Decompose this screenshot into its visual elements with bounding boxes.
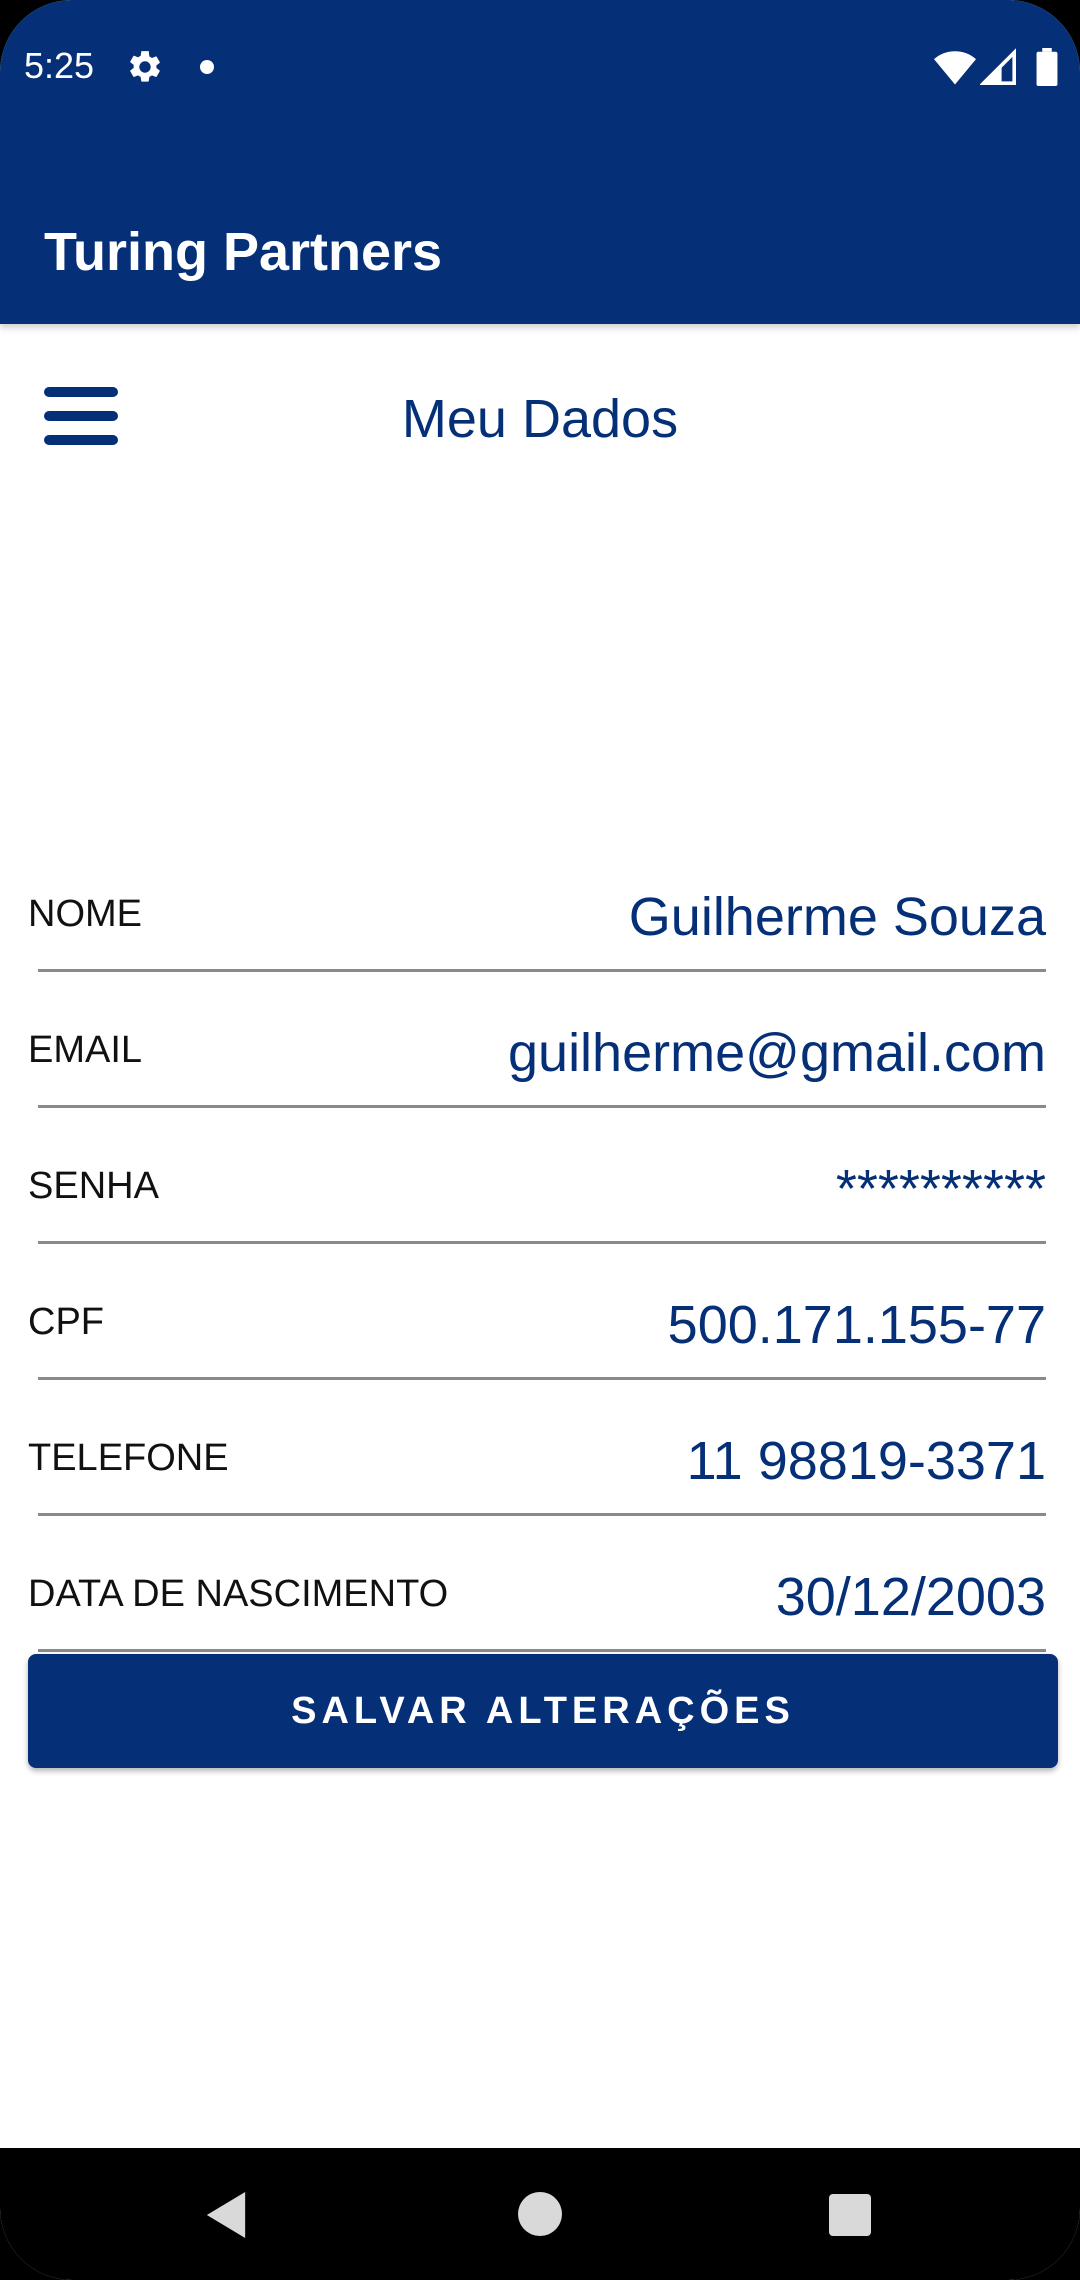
app-header: 5:25 Turing Partners <box>0 0 1080 324</box>
field-label: DATA DE NASCIMENTO <box>28 1573 449 1615</box>
system-nav-bar <box>0 2148 1080 2280</box>
password-field[interactable]: ********** <box>836 1158 1046 1220</box>
status-time: 5:25 <box>24 45 95 86</box>
name-field[interactable]: Guilherme Souza <box>629 886 1046 948</box>
field-cpf[interactable]: CPF 500.171.155-77 <box>0 1244 1080 1380</box>
profile-form: NOME Guilherme Souza EMAIL guilherme@gma… <box>0 836 1080 1652</box>
field-label: NOME <box>28 893 142 935</box>
back-icon[interactable] <box>206 2192 246 2238</box>
page-title: Meu Dados <box>401 389 679 449</box>
field-email[interactable]: EMAIL guilherme@gmail.com <box>0 972 1080 1108</box>
phone-field[interactable]: 11 98819-3371 <box>687 1430 1046 1492</box>
field-label: EMAIL <box>28 1029 143 1071</box>
field-divider <box>38 1649 1046 1652</box>
battery-icon <box>1036 48 1058 86</box>
field-birthdate[interactable]: DATA DE NASCIMENTO 30/12/2003 <box>0 1516 1080 1652</box>
status-bar: 5:25 <box>0 0 1080 136</box>
signal-icon <box>980 48 1016 85</box>
cpf-field[interactable]: 500.171.155-77 <box>668 1294 1046 1356</box>
field-password[interactable]: SENHA ********** <box>0 1108 1080 1244</box>
recents-icon[interactable] <box>829 2194 871 2236</box>
wifi-icon <box>934 51 976 85</box>
field-label: CPF <box>28 1301 104 1343</box>
device-screen: 5:25 Turing Partners Meu Dados NOME Guil… <box>0 0 1080 2280</box>
field-label: SENHA <box>28 1165 159 1207</box>
field-name[interactable]: NOME Guilherme Souza <box>0 836 1080 972</box>
field-label: TELEFONE <box>28 1437 229 1479</box>
save-button[interactable]: SALVAR ALTERAÇÕES <box>28 1654 1058 1768</box>
gear-icon <box>130 51 160 82</box>
app-title: Turing Partners <box>44 222 443 282</box>
notification-dot-icon <box>200 60 214 74</box>
email-field[interactable]: guilherme@gmail.com <box>508 1022 1046 1084</box>
field-phone[interactable]: TELEFONE 11 98819-3371 <box>0 1380 1080 1516</box>
birthdate-field[interactable]: 30/12/2003 <box>776 1566 1046 1628</box>
home-icon[interactable] <box>518 2192 562 2236</box>
